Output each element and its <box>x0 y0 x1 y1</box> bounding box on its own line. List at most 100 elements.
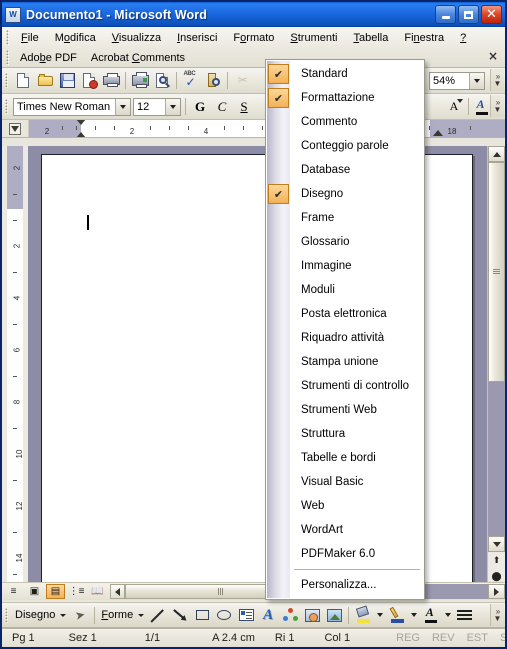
task-pane-close-icon[interactable]: × <box>488 50 498 62</box>
formatting-toolbar-grip[interactable] <box>5 99 8 114</box>
menu-item-commento[interactable]: Commento <box>266 110 424 134</box>
cut-button[interactable]: ✂ <box>231 70 253 92</box>
clip-art-button[interactable] <box>301 604 323 626</box>
scroll-up-button[interactable] <box>488 146 505 162</box>
menu-strumenti[interactable]: Strumenti <box>282 30 345 46</box>
status-indicator-ssc[interactable]: SSC <box>494 632 505 644</box>
grow-font-button[interactable]: A <box>443 96 465 118</box>
print-preview-button[interactable] <box>151 70 173 92</box>
font-name-arrow[interactable] <box>115 98 130 115</box>
line-color-dropdown[interactable] <box>408 604 420 626</box>
fill-color-dropdown[interactable] <box>374 604 386 626</box>
reading-layout-view-button[interactable]: 📖 <box>88 584 107 599</box>
menu-tabella[interactable]: Tabella <box>346 30 397 46</box>
previous-page-button[interactable]: ⬆ <box>488 552 505 568</box>
menu-adobe-pdf[interactable]: Adobe PDF <box>13 50 84 66</box>
arrow-button[interactable] <box>169 604 191 626</box>
menu-item-stampa-unione[interactable]: Stampa unione <box>266 350 424 374</box>
scroll-right-button[interactable] <box>488 584 505 599</box>
menu-item-formattazione[interactable]: Formattazione <box>266 86 424 110</box>
new-document-button[interactable] <box>12 70 34 92</box>
standard-toolbar-grip[interactable] <box>5 73 8 88</box>
vertical-ruler[interactable]: 2 2 4 6 8 10 12 14 16 18 <box>2 146 29 600</box>
research-button[interactable] <box>202 70 224 92</box>
first-line-indent-marker[interactable] <box>76 120 86 125</box>
wordart-button[interactable]: A <box>257 604 279 626</box>
menu-item-riquadro-attivit[interactable]: Riquadro attività <box>266 326 424 350</box>
line-color-button[interactable] <box>386 604 408 626</box>
menu-item-database[interactable]: Database <box>266 158 424 182</box>
scroll-left-button[interactable] <box>110 584 125 599</box>
select-objects-button[interactable]: ➤ <box>69 604 91 626</box>
underline-button[interactable]: S <box>233 96 255 118</box>
drawing-font-color-dropdown[interactable] <box>442 604 454 626</box>
zoom-dropdown-arrow[interactable] <box>469 72 484 89</box>
right-indent-marker[interactable] <box>433 130 443 136</box>
rectangle-button[interactable] <box>191 604 213 626</box>
font-size-arrow[interactable] <box>165 98 180 115</box>
drawing-menu-arrow[interactable] <box>60 613 67 617</box>
open-button[interactable] <box>34 70 56 92</box>
line-button[interactable] <box>147 604 169 626</box>
drawing-toolbar-overflow[interactable]: » ▼ <box>490 604 504 626</box>
menu-item-pdfmaker-6-0[interactable]: PDFMaker 6.0 <box>266 542 424 566</box>
diagram-button[interactable] <box>279 604 301 626</box>
permission-button[interactable] <box>78 70 100 92</box>
menu-item-moduli[interactable]: Moduli <box>266 278 424 302</box>
web-layout-view-button[interactable]: ▣ <box>25 584 44 599</box>
vertical-scroll-thumb[interactable] <box>488 162 505 382</box>
menu-item-tabelle-e-bordi[interactable]: Tabelle e bordi <box>266 446 424 470</box>
shapes-menu-arrow[interactable] <box>138 613 145 617</box>
menu-help[interactable]: ? <box>452 30 474 46</box>
save-button[interactable] <box>56 70 78 92</box>
menu-file[interactable]: FFileile <box>13 30 47 46</box>
menu-acrobat-comments[interactable]: Acrobat Comments <box>84 50 192 66</box>
shapes-menu-button[interactable]: Forme <box>98 609 136 621</box>
menu-item-standard[interactable]: Standard <box>266 62 424 86</box>
oval-button[interactable] <box>213 604 235 626</box>
line-style-button[interactable] <box>454 604 474 626</box>
vertical-scroll-trough[interactable] <box>488 382 505 536</box>
normal-view-button[interactable]: ≡ <box>4 584 23 599</box>
close-button[interactable]: ✕ <box>481 5 502 24</box>
menu-inserisci[interactable]: Inserisci <box>169 30 225 46</box>
tab-selector-button[interactable] <box>2 120 29 137</box>
menu-item-conteggio-parole[interactable]: Conteggio parole <box>266 134 424 158</box>
bold-button[interactable]: G <box>189 96 211 118</box>
drawing-toolbar-grip[interactable] <box>5 607 8 623</box>
font-size-combo[interactable]: 12 <box>133 97 181 116</box>
menu-item-frame[interactable]: Frame <box>266 206 424 230</box>
status-indicator-rev[interactable]: REV <box>426 632 461 644</box>
font-color-button[interactable]: A <box>472 96 492 118</box>
menu-modifica[interactable]: Modifica <box>47 30 104 46</box>
vertical-scrollbar[interactable]: ⬆ ⬤ ⬇ <box>487 146 505 600</box>
secondary-menu-grip[interactable] <box>6 50 9 65</box>
standard-toolbar-overflow[interactable]: » ▼ <box>490 69 504 91</box>
menu-finestra[interactable]: Finestra <box>396 30 452 46</box>
drawing-menu-button[interactable]: Disegno <box>12 609 58 621</box>
search-file-button[interactable] <box>100 70 122 92</box>
maximize-button[interactable] <box>458 5 479 24</box>
menu-item-personalizza[interactable]: Personalizza... <box>266 573 424 597</box>
menu-grip[interactable] <box>6 30 9 45</box>
menu-item-immagine[interactable]: Immagine <box>266 254 424 278</box>
formatting-toolbar-overflow[interactable]: » ▼ <box>490 95 504 117</box>
status-indicator-reg[interactable]: REG <box>390 632 426 644</box>
menu-item-posta-elettronica[interactable]: Posta elettronica <box>266 302 424 326</box>
menu-item-visual-basic[interactable]: Visual Basic <box>266 470 424 494</box>
toolbars-dropdown-menu[interactable]: Standard Formattazione Commento Conteggio p… <box>265 59 425 600</box>
picture-button[interactable] <box>323 604 345 626</box>
menu-item-strumenti-web[interactable]: Strumenti Web <box>266 398 424 422</box>
menu-item-web[interactable]: Web <box>266 494 424 518</box>
menu-item-struttura[interactable]: Struttura <box>266 422 424 446</box>
horizontal-ruler[interactable]: 2 2 4 6 8 18 <box>2 120 505 138</box>
italic-button[interactable]: C <box>211 96 233 118</box>
fill-color-button[interactable] <box>352 604 374 626</box>
spelling-button[interactable]: ABC ✓ <box>180 70 202 92</box>
drawing-font-color-button[interactable]: A <box>420 604 442 626</box>
outline-view-button[interactable]: ⋮≡ <box>67 584 86 599</box>
menu-item-glossario[interactable]: Glossario <box>266 230 424 254</box>
zoom-combo[interactable]: 54% <box>429 71 485 90</box>
menu-visualizza[interactable]: Visualizza <box>104 30 169 46</box>
text-box-button[interactable] <box>235 604 257 626</box>
